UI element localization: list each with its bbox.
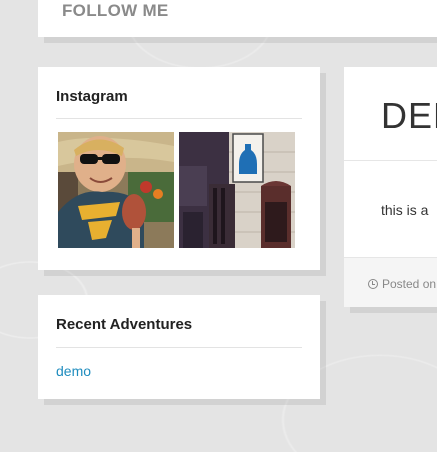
- instagram-title: Instagram: [56, 88, 128, 105]
- post-footer: Posted on: [344, 257, 437, 307]
- follow-me-title: FOLLOW ME: [62, 1, 169, 20]
- instagram-photo-1[interactable]: [58, 132, 174, 248]
- instagram-widget: Instagram: [38, 67, 320, 270]
- post-meta-text: Posted on: [382, 277, 437, 291]
- recent-adventures-widget: Recent Adventures demo: [38, 295, 320, 399]
- follow-me-widget: FOLLOW ME: [38, 0, 437, 37]
- widget-divider: [56, 118, 302, 119]
- post-meta: Posted on: [368, 277, 436, 291]
- storefront-photo-icon: [179, 132, 295, 248]
- post-excerpt: this is a: [381, 202, 429, 218]
- recent-post-link[interactable]: demo: [56, 363, 91, 379]
- widget-divider: [56, 347, 302, 348]
- post-title[interactable]: DEMO: [381, 95, 437, 137]
- post-divider: [344, 160, 437, 161]
- post-card: DEMO this is a Posted on: [344, 67, 437, 307]
- selfie-photo-icon: [58, 132, 174, 248]
- clock-icon: [368, 279, 378, 289]
- instagram-photo-2[interactable]: [179, 132, 295, 248]
- recent-adventures-title: Recent Adventures: [56, 316, 193, 333]
